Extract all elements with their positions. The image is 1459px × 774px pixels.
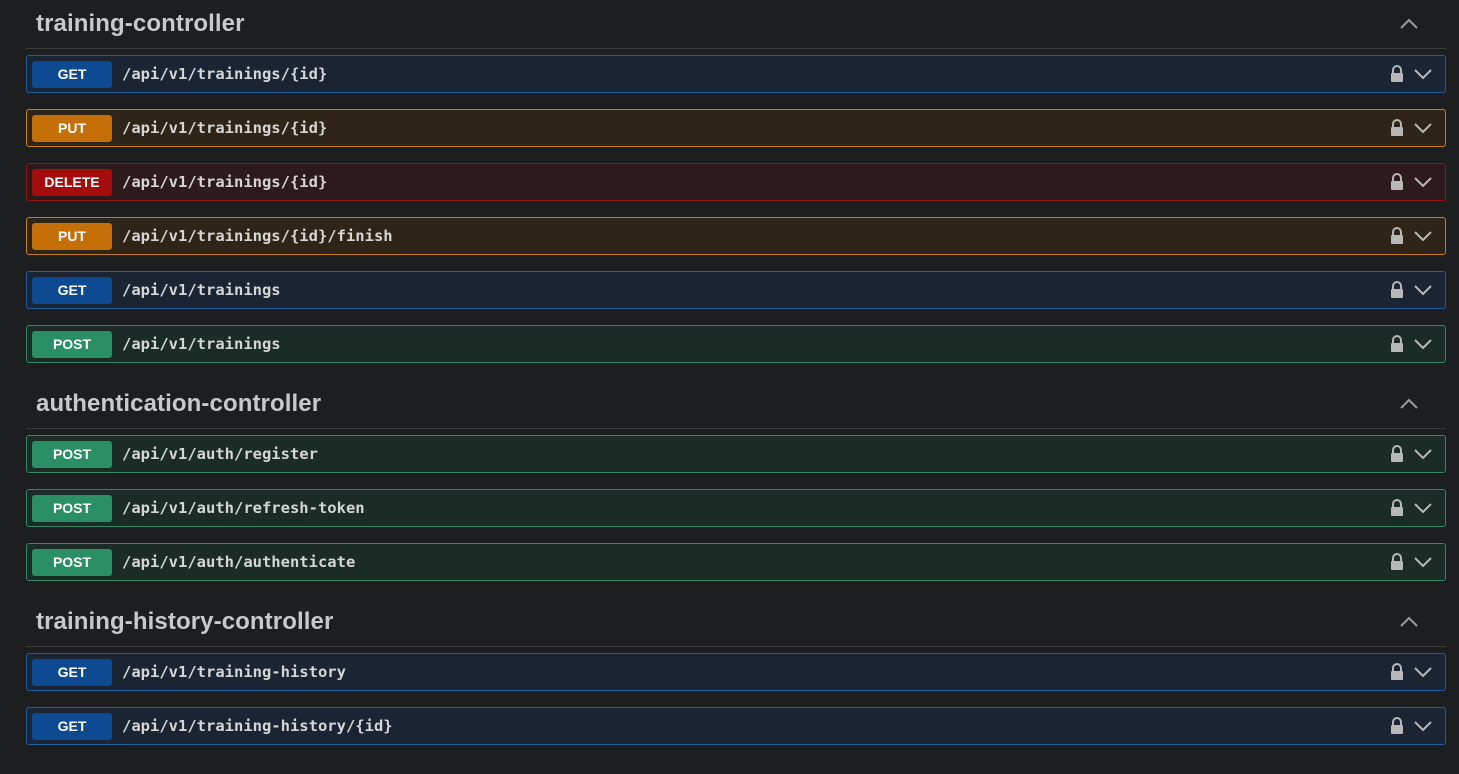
operation-row[interactable]: POST /api/v1/auth/register — [26, 435, 1446, 473]
operation-path: /api/v1/trainings/{id}/finish — [122, 227, 393, 245]
operation-path: /api/v1/trainings — [122, 281, 281, 299]
section-training-history-controller: training-history-controller GET /api/v1/… — [26, 598, 1446, 745]
method-badge: GET — [32, 658, 112, 686]
operation-row[interactable]: PUT /api/v1/trainings/{id}/finish — [26, 217, 1446, 255]
operation-row[interactable]: PUT /api/v1/trainings/{id} — [26, 109, 1446, 147]
method-badge: POST — [32, 548, 112, 576]
lock-icon[interactable] — [1389, 280, 1405, 300]
operation-row[interactable]: GET /api/v1/training-history/{id} — [26, 707, 1446, 745]
chevron-down-icon[interactable] — [1412, 498, 1434, 518]
operation-path: /api/v1/auth/register — [122, 445, 318, 463]
section-header[interactable]: training-history-controller — [26, 598, 1446, 647]
lock-icon[interactable] — [1389, 172, 1405, 192]
section-header[interactable]: training-controller — [26, 0, 1446, 49]
chevron-down-icon[interactable] — [1412, 118, 1434, 138]
method-badge: DELETE — [32, 168, 112, 196]
method-badge: PUT — [32, 114, 112, 142]
operation-path: /api/v1/training-history/{id} — [122, 717, 393, 735]
lock-icon[interactable] — [1389, 662, 1405, 682]
chevron-down-icon[interactable] — [1412, 444, 1434, 464]
method-badge: POST — [32, 440, 112, 468]
operation-row[interactable]: POST /api/v1/auth/authenticate — [26, 543, 1446, 581]
operation-path: /api/v1/auth/authenticate — [122, 553, 356, 571]
swagger-operations-list: training-controller GET /api/v1/training… — [0, 0, 1459, 774]
chevron-down-icon[interactable] — [1412, 172, 1434, 192]
chevron-down-icon[interactable] — [1412, 716, 1434, 736]
section-header[interactable]: authentication-controller — [26, 380, 1446, 429]
method-badge: GET — [32, 712, 112, 740]
operation-row[interactable]: POST /api/v1/trainings — [26, 325, 1446, 363]
section-title: training-controller — [36, 10, 245, 37]
lock-icon[interactable] — [1389, 118, 1405, 138]
operation-path: /api/v1/trainings/{id} — [122, 65, 328, 83]
operation-row[interactable]: POST /api/v1/auth/refresh-token — [26, 489, 1446, 527]
section-title: authentication-controller — [36, 390, 322, 417]
operation-row[interactable]: DELETE /api/v1/trainings/{id} — [26, 163, 1446, 201]
operation-path: /api/v1/trainings/{id} — [122, 119, 328, 137]
chevron-down-icon[interactable] — [1412, 280, 1434, 300]
chevron-up-icon[interactable] — [1398, 611, 1420, 633]
method-badge: GET — [32, 60, 112, 88]
lock-icon[interactable] — [1389, 498, 1405, 518]
operation-path: /api/v1/auth/refresh-token — [122, 499, 365, 517]
chevron-down-icon[interactable] — [1412, 552, 1434, 572]
chevron-down-icon[interactable] — [1412, 662, 1434, 682]
method-badge: PUT — [32, 222, 112, 250]
lock-icon[interactable] — [1389, 226, 1405, 246]
section-training-controller: training-controller GET /api/v1/training… — [26, 0, 1446, 363]
operation-row[interactable]: GET /api/v1/trainings/{id} — [26, 55, 1446, 93]
operation-row[interactable]: GET /api/v1/trainings — [26, 271, 1446, 309]
chevron-down-icon[interactable] — [1412, 226, 1434, 246]
operation-path: /api/v1/trainings — [122, 335, 281, 353]
lock-icon[interactable] — [1389, 716, 1405, 736]
section-authentication-controller: authentication-controller POST /api/v1/a… — [26, 380, 1446, 581]
chevron-up-icon[interactable] — [1398, 13, 1420, 35]
lock-icon[interactable] — [1389, 64, 1405, 84]
lock-icon[interactable] — [1389, 444, 1405, 464]
operation-row[interactable]: GET /api/v1/training-history — [26, 653, 1446, 691]
method-badge: POST — [32, 494, 112, 522]
chevron-down-icon[interactable] — [1412, 64, 1434, 84]
operation-path: /api/v1/training-history — [122, 663, 346, 681]
lock-icon[interactable] — [1389, 552, 1405, 572]
chevron-down-icon[interactable] — [1412, 334, 1434, 354]
method-badge: GET — [32, 276, 112, 304]
method-badge: POST — [32, 330, 112, 358]
section-title: training-history-controller — [36, 608, 334, 635]
chevron-up-icon[interactable] — [1398, 393, 1420, 415]
lock-icon[interactable] — [1389, 334, 1405, 354]
operation-path: /api/v1/trainings/{id} — [122, 173, 328, 191]
